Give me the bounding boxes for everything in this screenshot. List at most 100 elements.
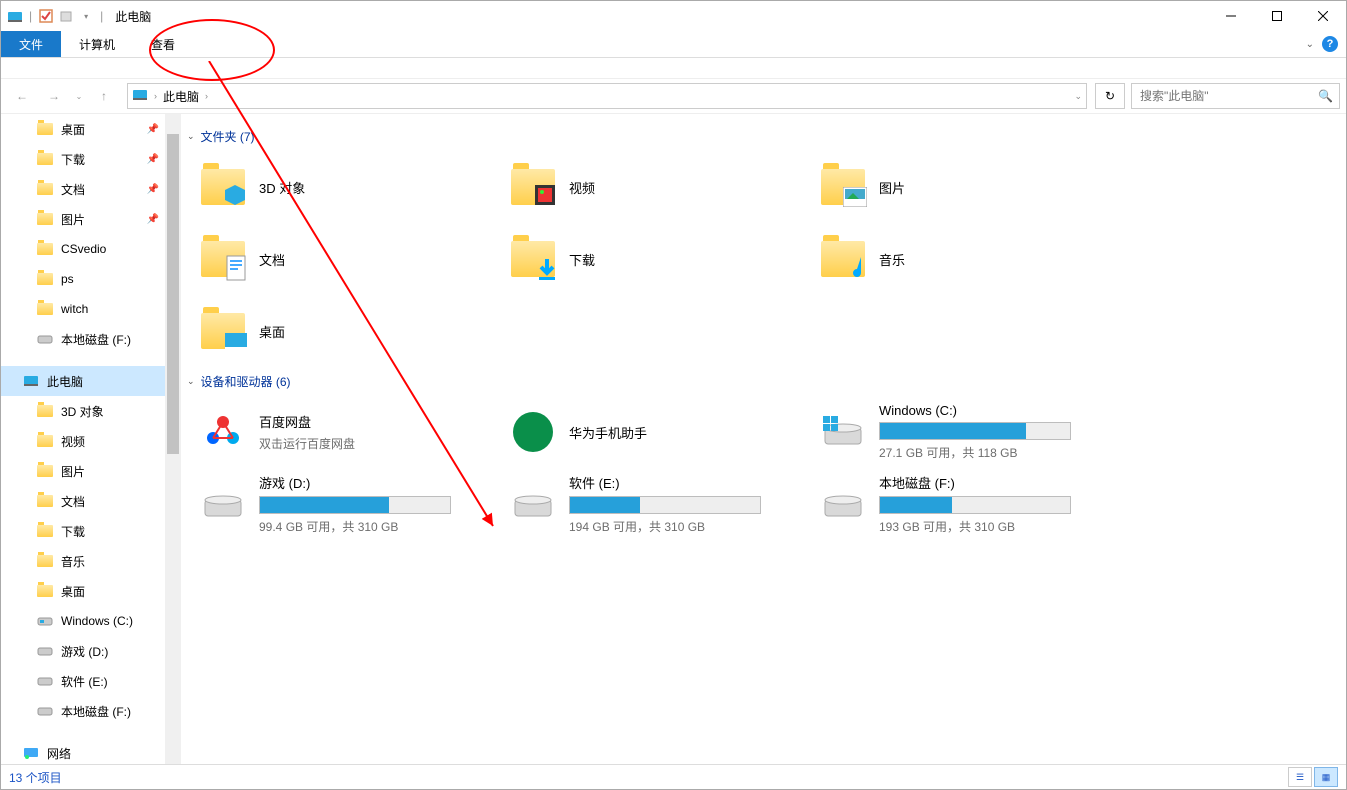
sidebar-item[interactable]: 音乐 xyxy=(1,546,181,576)
group-header[interactable]: ⌄文件夹 (7) xyxy=(181,122,1346,151)
scrollbar-thumb[interactable] xyxy=(167,134,179,454)
sidebar-item-label: 文档 xyxy=(61,493,85,510)
sidebar-item-icon xyxy=(37,463,53,479)
address-drop-icon[interactable]: ⌄ xyxy=(1074,91,1082,102)
sidebar-item[interactable]: 本地磁盘 (F:) xyxy=(1,324,181,354)
minimize-button[interactable] xyxy=(1208,1,1254,31)
folder-item[interactable]: 文档 xyxy=(181,223,491,295)
sidebar-item[interactable]: 图片 xyxy=(1,456,181,486)
breadcrumb-sep2-icon[interactable]: › xyxy=(205,91,208,101)
view-tiles-button[interactable]: ▦ xyxy=(1314,767,1338,787)
navbar: ← → ⌄ ↑ › 此电脑 › ⌄ ↻ 🔍 xyxy=(1,78,1346,114)
nav-recent-button[interactable]: ⌄ xyxy=(71,82,87,110)
drive-icon xyxy=(199,408,247,456)
folder-item[interactable]: 3D 对象 xyxy=(181,151,491,223)
sidebar-item[interactable]: Windows (C:) xyxy=(1,606,181,636)
sidebar-item-label: 网络 xyxy=(47,745,71,762)
drive-item[interactable]: 游戏 (D:) 99.4 GB 可用，共 310 GB xyxy=(181,468,491,540)
sidebar-item-label: 图片 xyxy=(61,211,85,228)
breadcrumb[interactable]: 此电脑 xyxy=(163,88,199,105)
window-title: 此电脑 xyxy=(115,8,151,25)
group-header[interactable]: ⌄设备和驱动器 (6) xyxy=(181,367,1346,396)
tab-file[interactable]: 文件 xyxy=(1,31,61,57)
folder-item[interactable]: 视频 xyxy=(491,151,801,223)
folder-icon xyxy=(819,163,867,211)
sidebar-item-label: 3D 对象 xyxy=(61,403,104,420)
address-pc-icon xyxy=(132,88,148,105)
sidebar-item[interactable]: 网络 xyxy=(1,738,181,764)
search-input[interactable] xyxy=(1138,88,1318,104)
sidebar-item[interactable]: 此电脑 xyxy=(1,366,181,396)
qat-sep2: | xyxy=(100,9,103,23)
drive-usage-fill xyxy=(880,423,1026,439)
drive-label: 软件 (E:) xyxy=(569,473,761,492)
view-details-button[interactable]: ☰ xyxy=(1288,767,1312,787)
item-label: 3D 对象 xyxy=(259,178,305,197)
sidebar-item-label: witch xyxy=(61,302,88,316)
breadcrumb-sep-icon[interactable]: › xyxy=(154,91,157,101)
drive-item[interactable]: 华为手机助手 xyxy=(491,396,801,468)
ribbon-expand-icon[interactable]: ⌄ xyxy=(1306,39,1314,50)
sidebar-item[interactable]: 游戏 (D:) xyxy=(1,636,181,666)
sidebar-item[interactable]: 文档 xyxy=(1,486,181,516)
tab-view[interactable]: 查看 xyxy=(133,31,193,57)
sidebar-item[interactable]: 3D 对象 xyxy=(1,396,181,426)
qat-folder-icon[interactable] xyxy=(58,8,74,24)
folder-item[interactable]: 下载 xyxy=(491,223,801,295)
folder-item[interactable]: 桌面 xyxy=(181,295,491,367)
sidebar-item-label: Windows (C:) xyxy=(61,614,133,628)
item-label: 图片 xyxy=(879,178,905,197)
sidebar-item-label: 下载 xyxy=(61,151,85,168)
folder-item[interactable]: 图片 xyxy=(801,151,1111,223)
collapse-icon[interactable]: ⌄ xyxy=(187,376,195,387)
drive-item[interactable]: 百度网盘双击运行百度网盘 xyxy=(181,396,491,468)
sidebar-item[interactable]: 桌面 📌 xyxy=(1,114,181,144)
drive-item[interactable]: 软件 (E:) 194 GB 可用，共 310 GB xyxy=(491,468,801,540)
ribbon-tabs: 文件 计算机 查看 ⌄ ? xyxy=(1,31,1346,58)
nav-forward-button[interactable]: → xyxy=(39,82,69,110)
folder-item[interactable]: 音乐 xyxy=(801,223,1111,295)
maximize-button[interactable] xyxy=(1254,1,1300,31)
refresh-button[interactable]: ↻ xyxy=(1095,83,1125,109)
content-area[interactable]: ⌄文件夹 (7) 3D 对象 视频 图片 文档 下载 xyxy=(181,114,1346,764)
statusbar: 13 个项目 ☰ ▦ xyxy=(1,764,1346,789)
sidebar-item[interactable]: 图片 📌 xyxy=(1,204,181,234)
nav-back-button[interactable]: ← xyxy=(7,82,37,110)
sidebar-item-label: ps xyxy=(61,272,74,286)
sidebar-item[interactable]: 桌面 xyxy=(1,576,181,606)
sidebar-item[interactable]: 软件 (E:) xyxy=(1,666,181,696)
collapse-icon[interactable]: ⌄ xyxy=(187,131,195,142)
help-icon[interactable]: ? xyxy=(1322,36,1338,52)
drive-free-text: 27.1 GB 可用，共 118 GB xyxy=(879,444,1071,461)
sidebar-item[interactable]: 文档 📌 xyxy=(1,174,181,204)
drive-item[interactable]: Windows (C:) 27.1 GB 可用，共 118 GB xyxy=(801,396,1111,468)
sidebar-item-label: CSvedio xyxy=(61,242,106,256)
sidebar-item-icon xyxy=(37,583,53,599)
sidebar-item[interactable]: 下载 📌 xyxy=(1,144,181,174)
sidebar-item[interactable]: 视频 xyxy=(1,426,181,456)
sidebar-item[interactable]: witch xyxy=(1,294,181,324)
drive-usage-bar xyxy=(879,422,1071,440)
sidebar-item-icon xyxy=(37,151,53,167)
drive-free-text: 194 GB 可用，共 310 GB xyxy=(569,518,761,535)
folder-icon xyxy=(199,307,247,355)
sidebar-item-icon xyxy=(37,673,53,689)
drive-usage-bar xyxy=(569,496,761,514)
tab-computer[interactable]: 计算机 xyxy=(61,31,133,57)
qat-properties-icon[interactable] xyxy=(38,8,54,24)
nav-up-button[interactable]: ↑ xyxy=(89,82,119,110)
sidebar-item[interactable]: 下载 xyxy=(1,516,181,546)
nav-sidebar[interactable]: 桌面 📌 下载 📌 文档 📌 图片 📌 CSvedio ps xyxy=(1,114,181,764)
sidebar-scrollbar[interactable] xyxy=(165,114,181,764)
close-button[interactable] xyxy=(1300,1,1346,31)
drive-free-text: 193 GB 可用，共 310 GB xyxy=(879,518,1071,535)
sidebar-item[interactable]: 本地磁盘 (F:) xyxy=(1,696,181,726)
sidebar-item[interactable]: ps xyxy=(1,264,181,294)
drive-item[interactable]: 本地磁盘 (F:) 193 GB 可用，共 310 GB xyxy=(801,468,1111,540)
search-icon[interactable]: 🔍 xyxy=(1318,89,1333,103)
qat-drop-icon[interactable]: ▾ xyxy=(78,8,94,24)
address-bar[interactable]: › 此电脑 › ⌄ xyxy=(127,83,1087,109)
search-box[interactable]: 🔍 xyxy=(1131,83,1340,109)
sidebar-item[interactable]: CSvedio xyxy=(1,234,181,264)
drive-usage-bar xyxy=(259,496,451,514)
